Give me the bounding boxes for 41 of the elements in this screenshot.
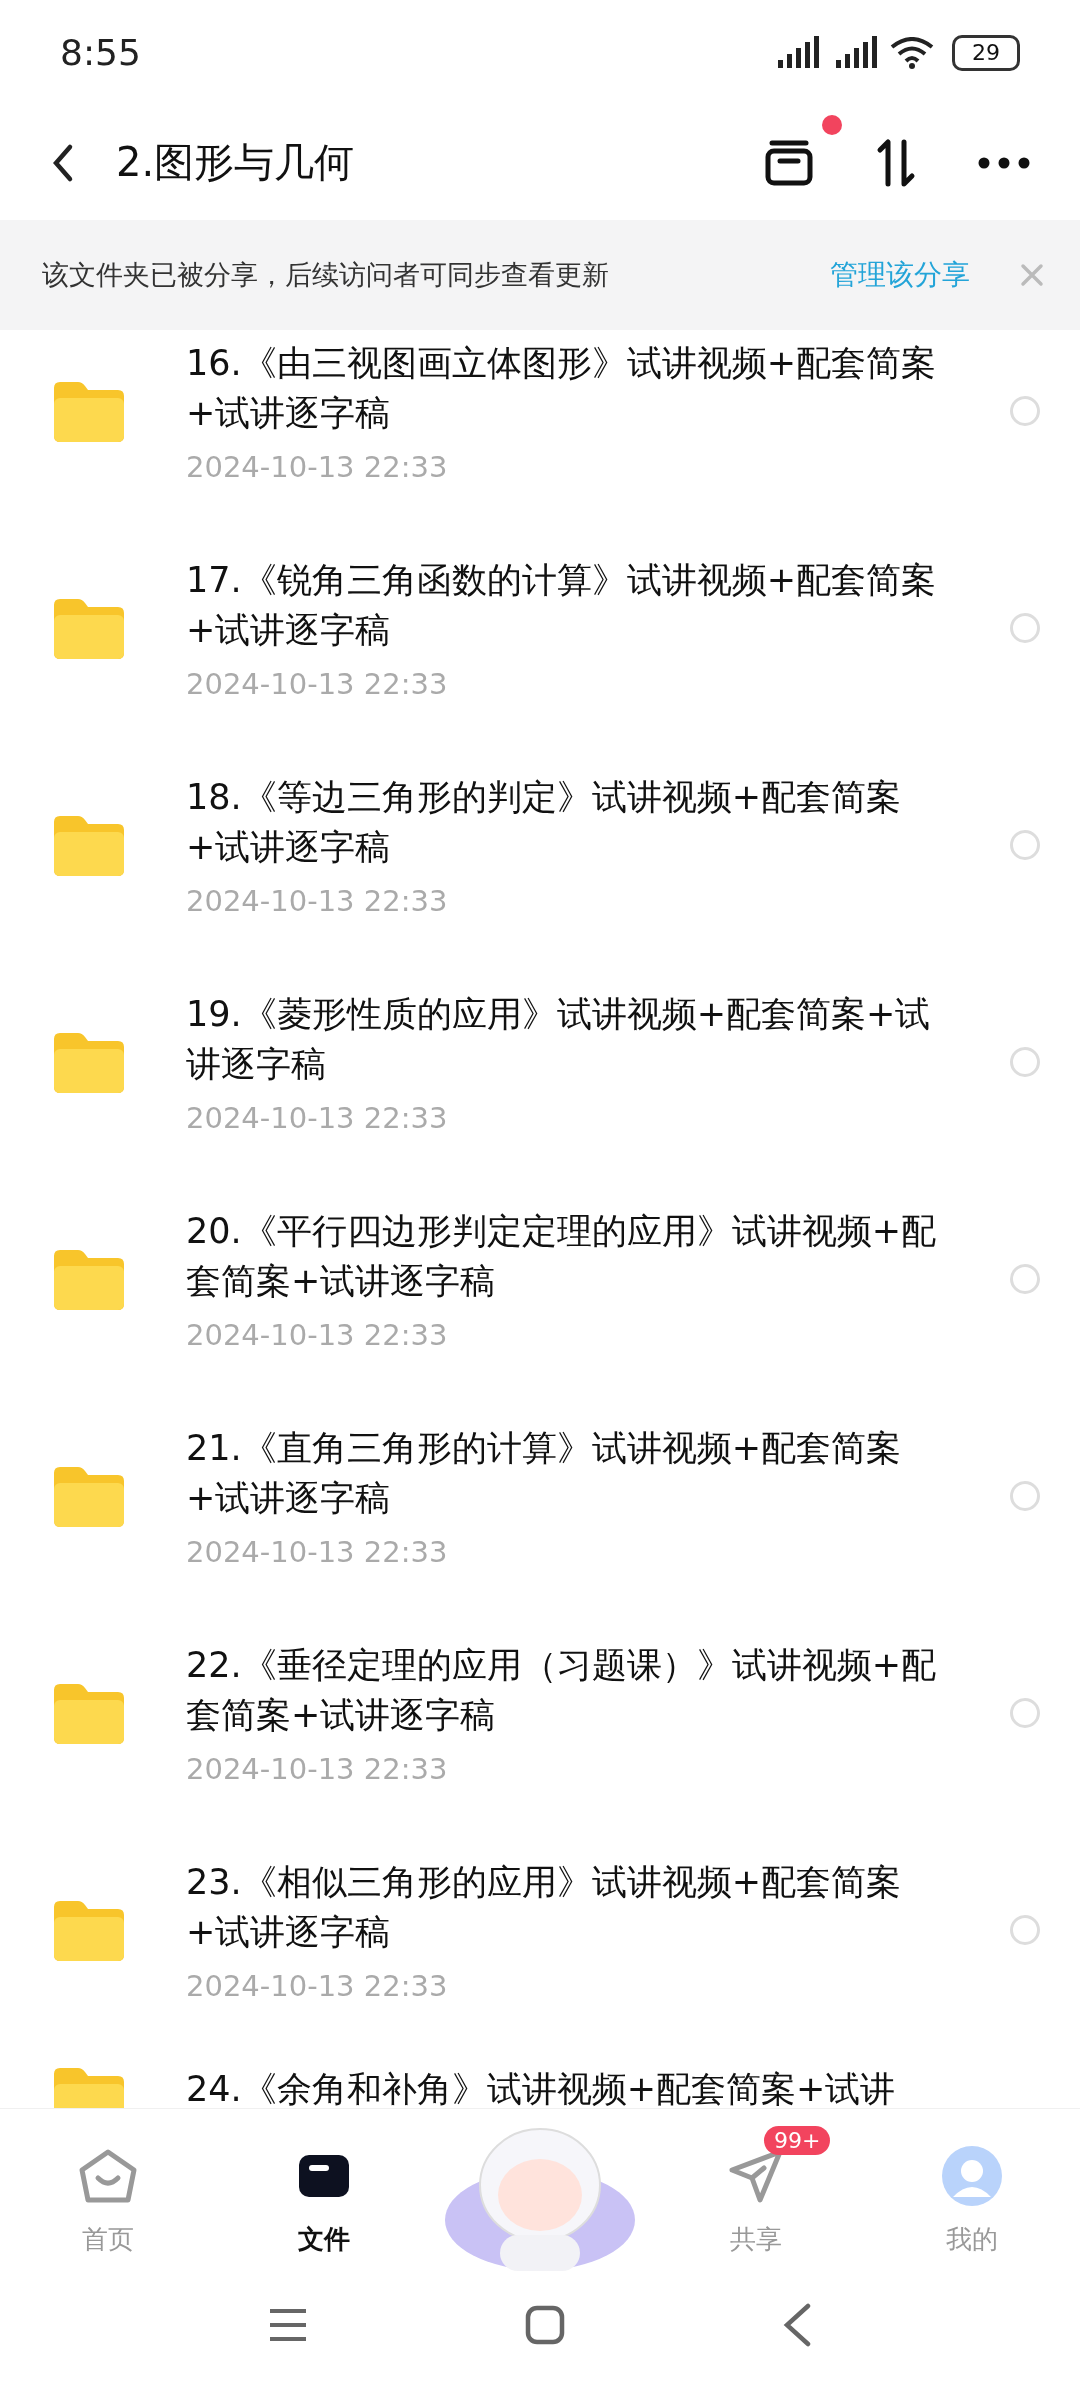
count-badge: 99+ [764, 2125, 831, 2155]
file-date: 2024-10-13 22:33 [186, 1317, 449, 1352]
file-date: 2024-10-13 22:33 [186, 666, 449, 701]
wifi-icon [890, 36, 934, 69]
select-radio[interactable] [1010, 1914, 1040, 1945]
file-title[interactable]: 16.《由三视图画立体图形》试讲视频+配套简案+试讲逐字稿 [186, 337, 946, 438]
more-icon[interactable] [978, 156, 1030, 169]
select-radio[interactable] [1010, 1480, 1040, 1511]
home-button-icon[interactable] [525, 2305, 565, 2345]
select-radio[interactable] [1010, 829, 1040, 860]
file-date: 2024-10-13 22:33 [186, 1751, 449, 1786]
file-title[interactable]: 24.《余角和补角》试讲视频+配套简案+试讲 [186, 2064, 946, 2108]
file-title[interactable]: 19.《菱形性质的应用》试讲视频+配套简案+试讲逐字稿 [186, 988, 946, 1089]
folder-title: 2.图形与几何 [116, 138, 356, 187]
file-title[interactable]: 20.《平行四边形判定定理的应用》试讲视频+配套简案+试讲逐字稿 [186, 1205, 946, 1306]
file-title[interactable]: 22.《垂径定理的应用（习题课）》试讲视频+配套简案+试讲逐字稿 [186, 1639, 946, 1740]
folder-icon [297, 2152, 351, 2199]
share-notice: 该文件夹已被分享，后续访问者可同步查看更新 [42, 258, 610, 292]
home-icon [78, 2147, 138, 2204]
nav-tab[interactable]: 99+ 共享 [648, 2121, 864, 2257]
file-date: 2024-10-13 22:33 [186, 1968, 449, 2003]
file-date: 2024-10-13 22:33 [186, 1534, 449, 1569]
file-date: 2024-10-13 22:33 [186, 883, 449, 918]
file-title[interactable]: 21.《直角三角形的计算》试讲视频+配套简案+试讲逐字稿 [186, 1422, 946, 1523]
archive-icon[interactable] [764, 138, 814, 187]
select-radio[interactable] [1010, 1046, 1040, 1077]
close-icon[interactable] [1020, 263, 1044, 287]
avatar-icon [941, 2144, 1003, 2207]
nav-tab[interactable]: 文件 [216, 2121, 432, 2257]
file-date: 2024-10-13 22:33 [186, 1100, 449, 1135]
file-date: 2024-10-13 22:33 [186, 449, 449, 484]
select-radio[interactable] [1010, 612, 1040, 643]
select-radio[interactable] [1010, 395, 1040, 426]
select-radio[interactable] [1010, 1263, 1040, 1294]
menu-icon[interactable] [268, 2308, 309, 2342]
status-time: 8:55 [60, 32, 141, 73]
select-radio[interactable] [1010, 1697, 1040, 1728]
file-title[interactable]: 23.《相似三角形的应用》试讲视频+配套简案+试讲逐字稿 [186, 1856, 946, 1957]
battery-indicator: 29 [952, 34, 1020, 71]
file-title[interactable]: 18.《等边三角形的判定》试讲视频+配套简案+试讲逐字稿 [186, 771, 946, 872]
file-title[interactable]: 17.《锐角三角函数的计算》试讲视频+配套简案+试讲逐字稿 [186, 554, 946, 655]
